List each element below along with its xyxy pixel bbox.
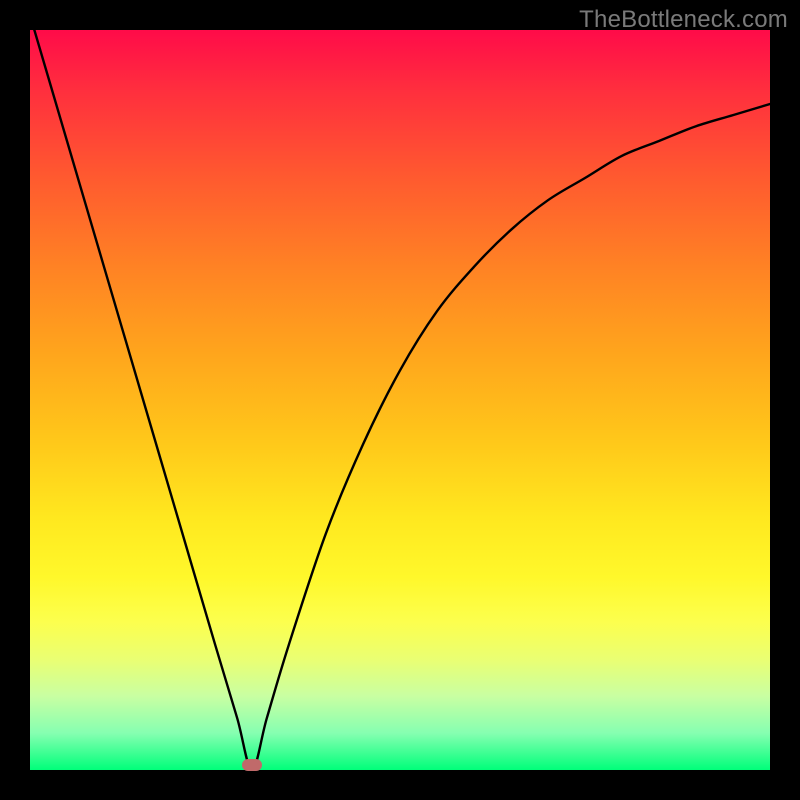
bottleneck-curve — [30, 30, 770, 770]
curve-svg — [30, 30, 770, 770]
plot-area — [30, 30, 770, 770]
min-marker — [242, 759, 262, 771]
chart-frame: TheBottleneck.com — [0, 0, 800, 800]
